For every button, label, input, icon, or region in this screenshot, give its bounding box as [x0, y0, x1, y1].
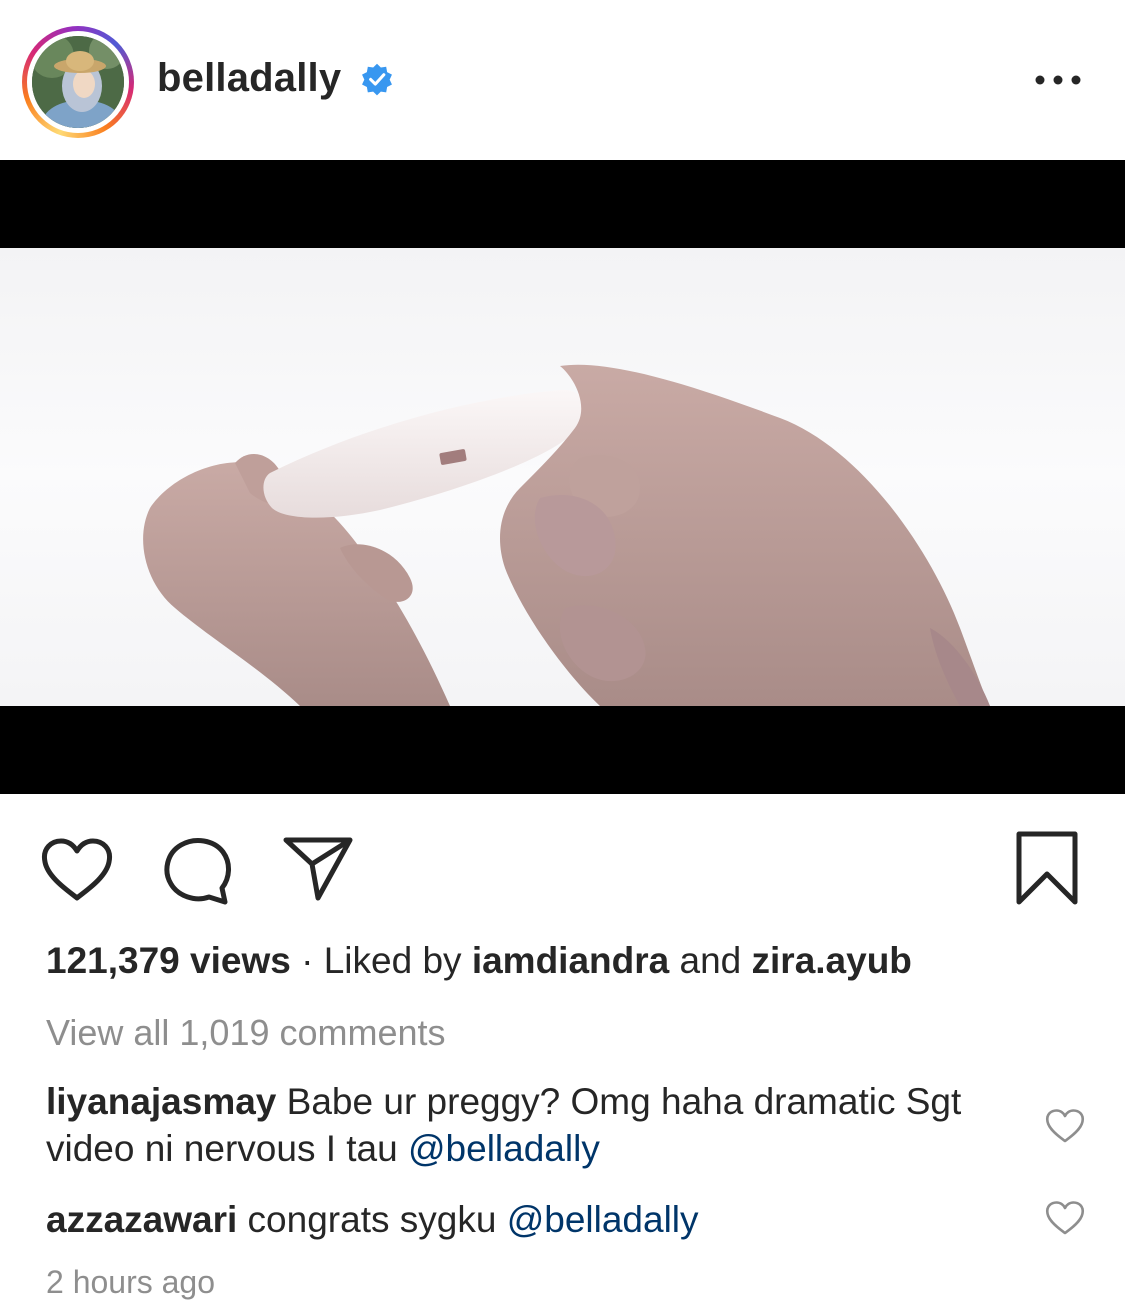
comment-icon[interactable]	[162, 836, 234, 906]
avatar-image	[32, 36, 124, 128]
more-options-icon[interactable]	[1030, 62, 1086, 98]
video-frame-image	[143, 364, 990, 706]
comment-item: liyanajasmay Babe ur preggy? Omg haha dr…	[46, 1078, 1006, 1172]
views-and-likes: 121,379 views · Liked by iamdiandra and …	[46, 940, 912, 982]
post-header: belladally	[0, 0, 1125, 160]
view-all-comments-link[interactable]: View all 1,019 comments	[46, 1012, 446, 1054]
action-bar	[0, 820, 1125, 920]
post-timestamp: 2 hours ago	[46, 1264, 216, 1300]
comment-username[interactable]: liyanajasmay	[46, 1081, 276, 1122]
comment-like-heart-icon[interactable]	[1045, 1200, 1085, 1236]
post-username[interactable]: belladally	[157, 56, 341, 101]
liked-by-user-1[interactable]: iamdiandra	[472, 940, 669, 981]
avatar[interactable]	[32, 36, 124, 128]
liked-by-prefix: Liked by	[323, 940, 472, 981]
comment-like-heart-icon[interactable]	[1045, 1108, 1085, 1144]
video-frame	[0, 248, 1125, 706]
avatar-story-ring[interactable]	[22, 26, 134, 138]
post-video[interactable]	[0, 160, 1125, 794]
stats-separator: ·	[290, 940, 324, 981]
view-count[interactable]: 121,379 views	[46, 940, 291, 981]
comment-mention[interactable]: @belladally	[408, 1128, 600, 1169]
comment-username[interactable]: azzazawari	[46, 1199, 237, 1240]
comment-text: congrats sygku	[237, 1199, 507, 1240]
comment-item: azzazawari congrats sygku @belladally	[46, 1196, 1006, 1243]
bookmark-icon[interactable]	[1014, 830, 1080, 906]
liked-by-user-2[interactable]: zira.ayub	[752, 940, 912, 981]
paper-plane-icon[interactable]	[282, 834, 354, 902]
heart-icon[interactable]	[40, 838, 114, 902]
verified-badge-icon	[362, 63, 392, 96]
liked-by-and: and	[669, 940, 752, 981]
comment-mention[interactable]: @belladally	[507, 1199, 699, 1240]
